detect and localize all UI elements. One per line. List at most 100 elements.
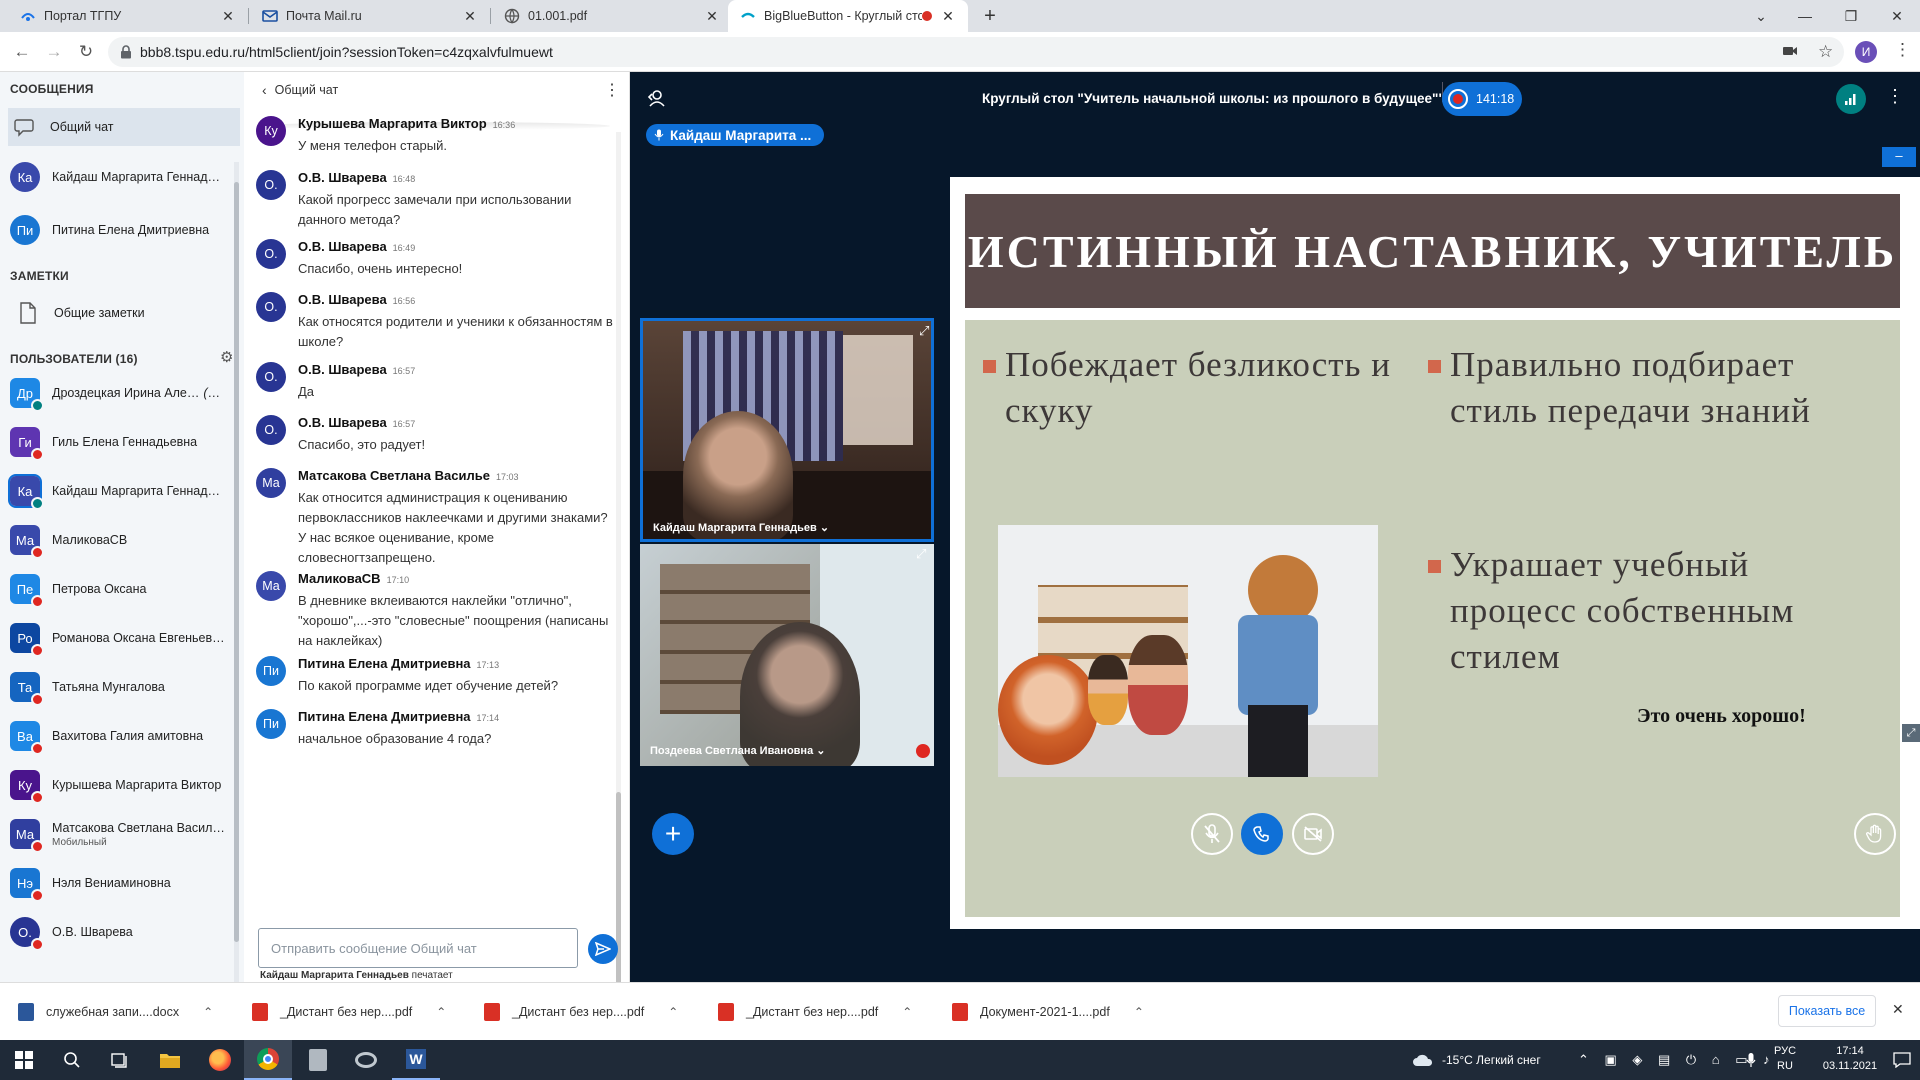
- close-downloads-icon[interactable]: ✕: [1892, 1001, 1904, 1018]
- bullet-marker: [1428, 360, 1441, 373]
- user-list-item[interactable]: Ро Романова Оксана Евгеньев…: [10, 617, 240, 659]
- close-icon[interactable]: ✕: [462, 8, 478, 25]
- notifications-icon[interactable]: [1893, 1052, 1911, 1068]
- firefox-icon[interactable]: [196, 1040, 244, 1080]
- tab-bigbluebutton[interactable]: BigBlueButton - Круглый сто ✕: [728, 0, 968, 32]
- video-participant-name: Поздеева Светлана Ивановна: [650, 745, 814, 757]
- fullscreen-icon[interactable]: ⤢: [919, 323, 929, 339]
- search-icon[interactable]: [48, 1040, 96, 1080]
- browser-menu-icon[interactable]: ⋮: [1894, 40, 1911, 60]
- forward-button[interactable]: →: [40, 38, 68, 66]
- chevron-up-icon[interactable]: ⌃: [203, 1005, 213, 1019]
- restore-button[interactable]: ❐: [1828, 0, 1874, 32]
- close-icon[interactable]: ✕: [940, 8, 956, 25]
- connection-status-button[interactable]: [1836, 84, 1866, 114]
- video-tile-pozdeeva[interactable]: Поздеева Светлана Ивановна ⌄ ⤢: [640, 544, 934, 766]
- raise-hand-button[interactable]: [1854, 813, 1896, 855]
- actions-plus-button[interactable]: +: [652, 813, 694, 855]
- user-list-item[interactable]: Ва Вахитова Галия амитовна: [10, 715, 240, 757]
- recording-indicator[interactable]: 141:18: [1442, 82, 1522, 116]
- user-device-label: Мобильный: [52, 836, 107, 848]
- start-windows-icon[interactable]: [0, 1040, 48, 1080]
- send-button[interactable]: [588, 934, 618, 964]
- unmute-button[interactable]: [1191, 813, 1233, 855]
- user-list-item[interactable]: Та Татьяна Мунгалова: [10, 666, 240, 708]
- gear-icon[interactable]: ⚙: [220, 348, 233, 366]
- bookmark-star-icon[interactable]: ☆: [1818, 42, 1833, 62]
- fullscreen-icon[interactable]: ⤢: [916, 546, 926, 562]
- app-calculator-icon[interactable]: [294, 1040, 342, 1080]
- minimize-button[interactable]: —: [1782, 0, 1828, 32]
- user-list-item[interactable]: Пе Петрова Оксана: [10, 568, 240, 610]
- shared-notes-item[interactable]: Общие заметки: [10, 292, 240, 334]
- address-bar[interactable]: bbb8.tspu.edu.ru/html5client/join?sessio…: [108, 37, 1844, 67]
- download-item[interactable]: _Дистант без нер....pdf ⌃: [484, 995, 678, 1029]
- phone-icon: [1253, 825, 1271, 843]
- chevron-up-icon[interactable]: ⌃: [436, 1005, 446, 1019]
- app-network-icon[interactable]: [342, 1040, 390, 1080]
- download-item[interactable]: Документ-2021-1....pdf ⌃: [952, 995, 1144, 1029]
- window-close-button[interactable]: ✕: [1874, 0, 1920, 32]
- options-menu-icon[interactable]: ⋮: [1886, 86, 1904, 107]
- chevron-left-icon: ‹: [262, 82, 267, 98]
- private-chat-item[interactable]: Пи Питина Елена Дмитриевна: [10, 209, 240, 251]
- close-icon[interactable]: ✕: [704, 8, 720, 25]
- download-item[interactable]: _Дистант без нер....pdf ⌃: [718, 995, 912, 1029]
- share-webcam-button[interactable]: [1292, 813, 1334, 855]
- word-icon[interactable]: W: [392, 1040, 440, 1080]
- tab-mail[interactable]: Почта Mail.ru ✕: [250, 0, 490, 32]
- meeting-title: Круглый стол "Учитель начальной школы: и…: [982, 91, 1445, 106]
- globe-icon: [504, 8, 520, 24]
- profile-avatar[interactable]: И: [1855, 41, 1877, 63]
- audio-listen-icon: [31, 497, 44, 510]
- tab-pdf[interactable]: 01.001.pdf ✕: [492, 0, 732, 32]
- public-chat-item[interactable]: Общий чат: [8, 108, 240, 146]
- tab-portal[interactable]: Портал ТГПУ ✕: [8, 0, 248, 32]
- presentation-slide[interactable]: ИСТИННЫЙ НАСТАВНИК, УЧИТЕЛЬ Побеждает бе…: [950, 177, 1920, 929]
- user-list-item[interactable]: Нэ Нэля Вениаминовна: [10, 862, 240, 904]
- download-item[interactable]: _Дистант без нер....pdf ⌃: [252, 995, 446, 1029]
- back-button[interactable]: ←: [8, 38, 36, 66]
- tab-search-icon[interactable]: ⌄: [1738, 0, 1784, 32]
- camera-in-use-icon[interactable]: [1782, 44, 1798, 58]
- message-header: О.В. Шварева 16:48: [298, 170, 415, 185]
- user-name: Курышева Маргарита Виктор: [52, 778, 222, 792]
- download-item[interactable]: служебная запи....docx ⌃: [18, 995, 213, 1029]
- chat-header[interactable]: ‹ Общий чат: [262, 82, 338, 98]
- message-text: У меня телефон старый.: [298, 138, 447, 153]
- chevron-up-icon[interactable]: ⌃: [902, 1005, 912, 1019]
- sidebar-scrollbar-thumb[interactable]: [234, 182, 239, 942]
- file-explorer-icon[interactable]: [146, 1040, 194, 1080]
- chat-message-input[interactable]: Отправить сообщение Общий чат: [258, 928, 578, 968]
- close-icon[interactable]: ✕: [220, 8, 236, 25]
- chrome-icon[interactable]: [244, 1040, 292, 1080]
- fullscreen-presentation-icon[interactable]: ⤢: [1902, 724, 1920, 742]
- chevron-up-icon[interactable]: ⌃: [668, 1005, 678, 1019]
- task-view-icon[interactable]: [96, 1040, 144, 1080]
- minimize-presentation-button[interactable]: –: [1882, 147, 1916, 167]
- private-chat-item[interactable]: Ка Кайдаш Маргарита Геннадьев: [10, 156, 240, 198]
- leave-audio-button[interactable]: [1241, 813, 1283, 855]
- chat-scrollbar-thumb[interactable]: [616, 792, 621, 992]
- system-clock[interactable]: 17:14 03.11.2021: [1815, 1045, 1885, 1072]
- user-list-item[interactable]: Ги Гиль Елена Геннадьевна: [10, 421, 240, 463]
- chevron-up-icon[interactable]: ⌃: [1134, 1005, 1144, 1019]
- user-name: Вахитова Галия амитовна: [52, 729, 204, 743]
- input-language[interactable]: РУС RU: [1771, 1045, 1799, 1072]
- user-list-toggle-icon[interactable]: [646, 88, 666, 108]
- user-list-item[interactable]: О. О.В. Шварева: [10, 911, 240, 953]
- video-tile-kaidash[interactable]: Кайдаш Маргарита Геннадьев ⌄ ⤢: [640, 318, 934, 542]
- reload-button[interactable]: ↻: [72, 38, 100, 66]
- microphone-icon[interactable]: [1746, 1052, 1756, 1068]
- user-list-item[interactable]: Ма МаликоваСВ: [10, 519, 240, 561]
- new-tab-button[interactable]: +: [978, 4, 1002, 28]
- user-list-item[interactable]: ДрДроздецкая Ирина Але…(Вы): [10, 372, 240, 414]
- user-list-item[interactable]: Ма Матсакова Светлана Васил… Мобильный: [10, 813, 240, 855]
- show-all-downloads-button[interactable]: Показать все: [1778, 995, 1876, 1027]
- user-list-item[interactable]: Ка Кайдаш Маргарита Геннадь…: [8, 470, 240, 512]
- microphone-icon: [654, 129, 664, 141]
- weather-text[interactable]: -15°C Легкий снег: [1442, 1053, 1541, 1067]
- user-list-item[interactable]: Ку Курышева Маргарита Виктор: [10, 764, 240, 806]
- chat-options-icon[interactable]: ⋮: [604, 80, 620, 100]
- muted-icon: [31, 742, 44, 755]
